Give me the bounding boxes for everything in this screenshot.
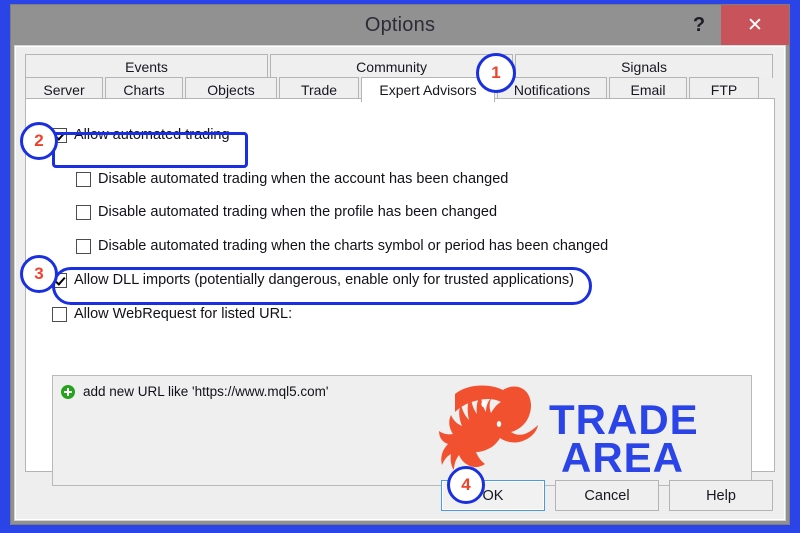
screen-background: Options ? ✕ Events Community Signals Ser… <box>0 0 800 533</box>
expert-advisors-panel: Allow automated trading Disable automate… <box>25 98 775 486</box>
dialog-title: Options <box>364 14 436 36</box>
checkbox-label: Allow automated trading <box>74 127 230 143</box>
annotation-marker-4: 4 <box>447 466 485 504</box>
tab-label: Server <box>43 81 85 98</box>
checkbox-label: Allow WebRequest for listed URL: <box>74 306 293 322</box>
tab-label: Charts <box>123 81 165 98</box>
options-dialog: Options ? ✕ Events Community Signals Ser… <box>10 4 790 525</box>
annotation-number: 2 <box>34 131 44 150</box>
checkbox-box[interactable] <box>76 238 91 254</box>
tab-label: Objects <box>207 81 255 98</box>
tab-label: Email <box>630 81 666 98</box>
checkbox-label: Allow DLL imports (potentially dangerous… <box>74 272 574 288</box>
plus-circle-icon <box>61 384 75 399</box>
tab-events[interactable]: Events <box>25 54 269 78</box>
disable-on-account-change-checkbox[interactable]: Disable automated trading when the accou… <box>76 171 508 187</box>
disable-on-symbol-period-change-checkbox[interactable]: Disable automated trading when the chart… <box>76 238 608 254</box>
logo-line-2: AREA <box>561 434 684 480</box>
checkbox-box[interactable] <box>76 204 91 220</box>
logo-graphic: TRADE AREA <box>439 385 698 480</box>
checkbox-label: Disable automated trading when the accou… <box>98 171 509 187</box>
button-label: Cancel <box>584 487 630 504</box>
allow-automated-trading-checkbox[interactable]: Allow automated trading <box>52 127 230 143</box>
tab-strip: Events Community Signals Server Charts O… <box>25 54 775 102</box>
help-button[interactable]: Help <box>669 480 773 511</box>
cancel-button[interactable]: Cancel <box>555 480 659 511</box>
titlebar-help-icon[interactable]: ? <box>685 11 713 39</box>
tab-label: Expert Advisors <box>379 82 477 98</box>
url-list-box[interactable]: add new URL like 'https://www.mql5.com' … <box>52 375 752 486</box>
allow-dll-imports-checkbox[interactable]: Allow DLL imports (potentially dangerous… <box>52 272 574 288</box>
button-label: OK <box>482 487 504 504</box>
tab-label: Notifications <box>513 81 591 98</box>
tab-label: Signals <box>621 58 668 75</box>
add-new-url-label: add new URL like 'https://www.mql5.com' <box>83 384 329 399</box>
disable-on-profile-change-checkbox[interactable]: Disable automated trading when the profi… <box>76 204 497 220</box>
annotation-number: 3 <box>34 264 44 283</box>
trade-area-logo: TRADE AREA <box>437 380 737 480</box>
dialog-titlebar: Options ? ✕ <box>11 5 789 45</box>
tab-signals[interactable]: Signals <box>515 54 774 78</box>
annotation-marker-3: 3 <box>20 255 58 293</box>
dialog-body: Events Community Signals Server Charts O… <box>14 45 786 521</box>
button-label: Help <box>706 487 736 504</box>
tab-expert-advisors[interactable]: Expert Advisors <box>361 77 495 102</box>
checkbox-box[interactable] <box>76 171 91 187</box>
checkbox-box[interactable] <box>52 306 67 322</box>
checkbox-label: Disable automated trading when the chart… <box>98 238 609 254</box>
tab-label: Community <box>356 58 427 75</box>
close-icon[interactable]: ✕ <box>721 5 789 45</box>
tab-label: Trade <box>300 81 338 98</box>
annotation-number: 1 <box>491 63 501 82</box>
tab-label: FTP <box>710 81 738 98</box>
tab-label: Events <box>125 58 168 75</box>
annotation-number: 4 <box>461 475 471 494</box>
logo-wordmark: TRADE AREA <box>549 396 698 480</box>
tab-row-upper: Events Community Signals <box>25 54 775 78</box>
annotation-marker-2: 2 <box>20 122 58 160</box>
allow-webrequest-checkbox[interactable]: Allow WebRequest for listed URL: <box>52 306 292 322</box>
add-new-url-row[interactable]: add new URL like 'https://www.mql5.com' <box>61 384 329 399</box>
bull-icon <box>439 385 538 470</box>
annotation-marker-1: 1 <box>476 53 516 93</box>
checkbox-label: Disable automated trading when the profi… <box>98 204 498 220</box>
